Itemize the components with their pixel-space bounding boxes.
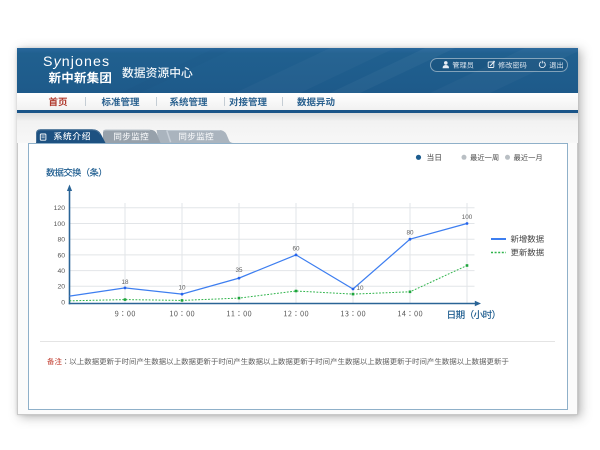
svg-text:Synjones: Synjones	[43, 54, 110, 70]
svg-text:80: 80	[406, 230, 414, 237]
svg-text:18: 18	[121, 279, 129, 286]
svg-text:10: 10	[356, 285, 364, 292]
svg-text:10: 10	[178, 285, 186, 292]
svg-text:100: 100	[54, 221, 66, 228]
svg-text:60: 60	[292, 246, 300, 253]
svg-text:0: 0	[61, 299, 65, 306]
svg-text:80: 80	[57, 237, 65, 244]
svg-text:40: 40	[57, 268, 65, 275]
svg-text:20: 20	[57, 284, 65, 291]
svg-text:60: 60	[57, 252, 65, 259]
svg-text:35: 35	[235, 267, 243, 274]
svg-text:100: 100	[462, 214, 473, 221]
svg-text:120: 120	[54, 205, 66, 212]
